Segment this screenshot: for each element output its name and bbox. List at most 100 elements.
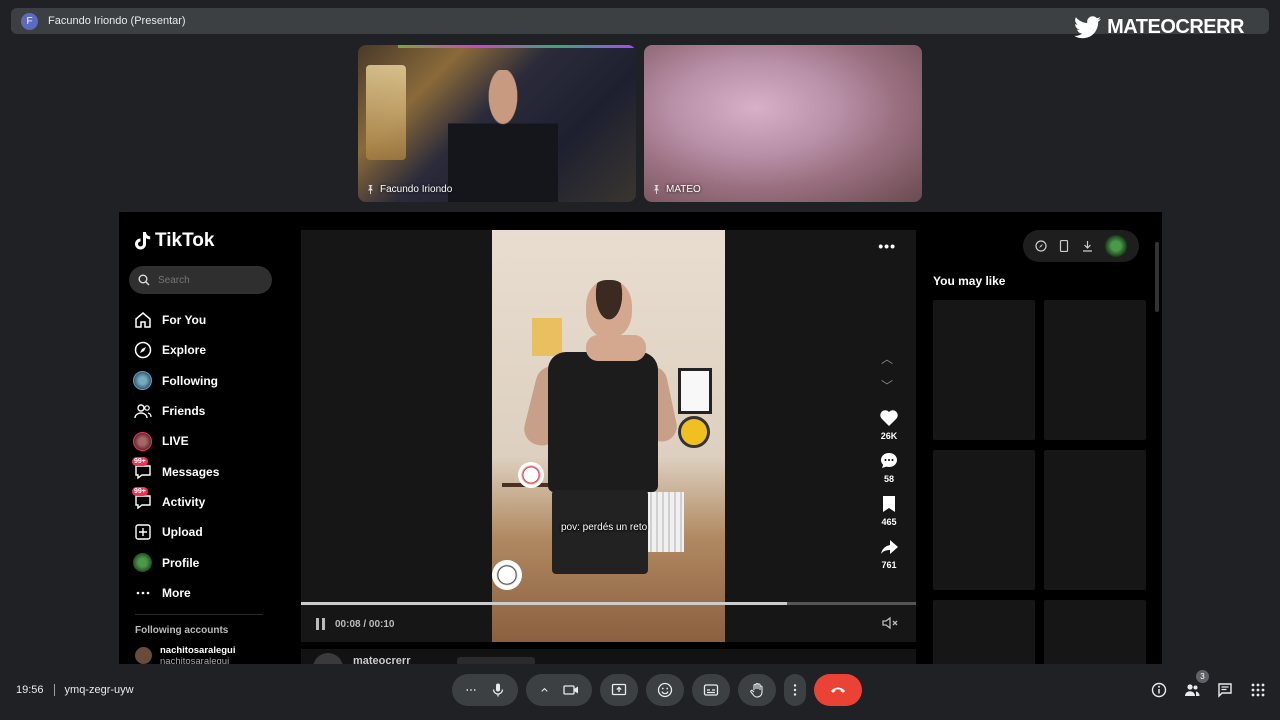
- video-nav: ︿ ﹀: [881, 350, 893, 394]
- compass-icon[interactable]: [1035, 240, 1047, 252]
- sidebar-item-explore[interactable]: Explore: [133, 335, 283, 365]
- shared-screen[interactable]: TikTok For You Explore Following Friends: [119, 212, 1162, 664]
- more-horizontal-icon[interactable]: [465, 682, 477, 698]
- search-icon: [138, 274, 150, 286]
- sidebar-item-more[interactable]: More: [133, 578, 283, 608]
- info-icon[interactable]: [1151, 682, 1167, 698]
- sidebar-item-label: Following: [162, 373, 218, 388]
- video-player[interactable]: pov: perdés un reto ••• ︿ ﹀ 26K 58 465 7…: [301, 230, 916, 642]
- search-bar[interactable]: [129, 266, 272, 294]
- chevron-down-icon[interactable]: ﹀: [881, 377, 893, 394]
- download-icon[interactable]: [1082, 240, 1093, 252]
- video-author-row: mateocrerr: [301, 649, 916, 664]
- suggested-thumbnail[interactable]: [1044, 300, 1146, 440]
- bookmark-icon: [883, 496, 895, 512]
- sidebar-item-label: LIVE: [162, 434, 189, 449]
- presenter-avatar: F: [21, 12, 38, 30]
- tiktok-brand: TikTok: [155, 230, 215, 251]
- sidebar-item-friends[interactable]: Friends: [133, 396, 283, 426]
- divider: [53, 684, 55, 696]
- camera-icon: [563, 685, 579, 695]
- participant-tile-facundo[interactable]: Facundo Iriondo: [358, 45, 636, 202]
- background-lamp: [366, 65, 406, 160]
- camera-button[interactable]: [526, 674, 592, 706]
- microphone-icon: [492, 683, 503, 697]
- video-progress-bar[interactable]: [301, 602, 916, 605]
- heart-icon: [880, 410, 898, 426]
- sidebar-item-label: Profile: [162, 555, 200, 570]
- bookmark-action[interactable]: 465: [879, 494, 899, 527]
- comment-icon: [881, 453, 897, 468]
- captions-icon: [703, 684, 719, 696]
- volume-icon[interactable]: [882, 616, 898, 635]
- share-count: 761: [881, 560, 897, 570]
- activity-badge: 99+: [132, 487, 148, 497]
- following-account[interactable]: nachitosaralegui nachitosaralegui: [135, 645, 236, 664]
- suggested-thumbnail[interactable]: [1044, 600, 1146, 664]
- search-input[interactable]: [158, 274, 258, 286]
- suggested-thumbnail[interactable]: [1044, 450, 1146, 590]
- avatar[interactable]: [1104, 235, 1127, 257]
- sidebar-item-label: Messages: [162, 464, 220, 479]
- sidebar-item-profile[interactable]: Profile: [133, 547, 283, 577]
- sidebar-item-upload[interactable]: Upload: [133, 517, 283, 547]
- messages-badge: 99+: [132, 457, 148, 467]
- suggested-thumbnail[interactable]: [933, 450, 1035, 590]
- participant-name: Facundo Iriondo: [380, 184, 453, 195]
- microphone-button[interactable]: [452, 674, 518, 706]
- profile-avatar: [133, 553, 152, 573]
- chat-icon[interactable]: [1217, 682, 1233, 698]
- present-screen-button[interactable]: [600, 674, 638, 706]
- sidebar-item-following[interactable]: Following: [133, 366, 283, 396]
- video-time: 00:08 / 00:10: [335, 618, 395, 630]
- bookmark-count: 465: [881, 517, 897, 527]
- scrollbar[interactable]: [1155, 242, 1159, 312]
- meet-window: F Facundo Iriondo (Presentar) MATEOCRERR…: [0, 0, 1280, 720]
- raise-hand-button[interactable]: [738, 674, 776, 706]
- more-options-icon[interactable]: •••: [878, 238, 896, 254]
- follow-button[interactable]: [457, 657, 535, 664]
- captions-button[interactable]: [692, 674, 730, 706]
- sidebar-item-activity[interactable]: 99+ Activity: [132, 487, 283, 517]
- tile-border-effect: [398, 45, 636, 48]
- tile-name: Facundo Iriondo: [366, 184, 452, 195]
- participant-tile-mateo[interactable]: MATEO: [644, 45, 922, 202]
- meeting-info: 19:56 ymq-zegr-uyw: [16, 684, 134, 696]
- sidebar-item-live[interactable]: LIVE: [133, 426, 283, 456]
- following-avatar: [133, 371, 152, 391]
- upload-icon: [133, 523, 152, 542]
- tiktok-icon: [135, 232, 151, 250]
- raise-hand-icon: [750, 682, 763, 698]
- suggested-thumbnail[interactable]: [933, 600, 1035, 664]
- author-username[interactable]: mateocrerr: [353, 655, 410, 664]
- tiktok-logo[interactable]: TikTok: [135, 230, 214, 252]
- like-action[interactable]: 26K: [879, 408, 899, 441]
- wall-frame: [678, 368, 712, 414]
- phone-hangup-icon: [831, 687, 845, 693]
- suggested-thumbnail[interactable]: [933, 300, 1035, 440]
- meeting-controls: [452, 674, 862, 706]
- activities-icon[interactable]: [1250, 682, 1266, 698]
- people-icon[interactable]: [1184, 682, 1200, 698]
- more-vertical-icon: [793, 684, 797, 696]
- suggested-grid: [933, 300, 1146, 664]
- pause-icon[interactable]: [315, 617, 327, 631]
- messages-icon: 99+: [132, 457, 152, 481]
- chevron-up-icon[interactable]: [539, 682, 550, 698]
- presenter-label: Facundo Iriondo (Presentar): [48, 15, 186, 27]
- present-screen-icon: [611, 683, 627, 696]
- leave-call-button[interactable]: [814, 674, 862, 706]
- author-avatar[interactable]: [313, 653, 343, 664]
- sidebar-item-messages[interactable]: 99+ Messages: [132, 456, 283, 486]
- phone-icon[interactable]: [1059, 240, 1069, 252]
- video-frame[interactable]: [492, 230, 725, 642]
- comment-action[interactable]: 58: [879, 451, 899, 484]
- share-icon: [881, 540, 898, 554]
- more-options-button[interactable]: [784, 674, 806, 706]
- club-crest: [678, 416, 710, 448]
- chevron-up-icon[interactable]: ︿: [881, 350, 893, 367]
- share-action[interactable]: 761: [879, 537, 899, 570]
- sidebar-divider: [135, 614, 263, 615]
- emoji-button[interactable]: [646, 674, 684, 706]
- sidebar-item-for-you[interactable]: For You: [133, 305, 283, 335]
